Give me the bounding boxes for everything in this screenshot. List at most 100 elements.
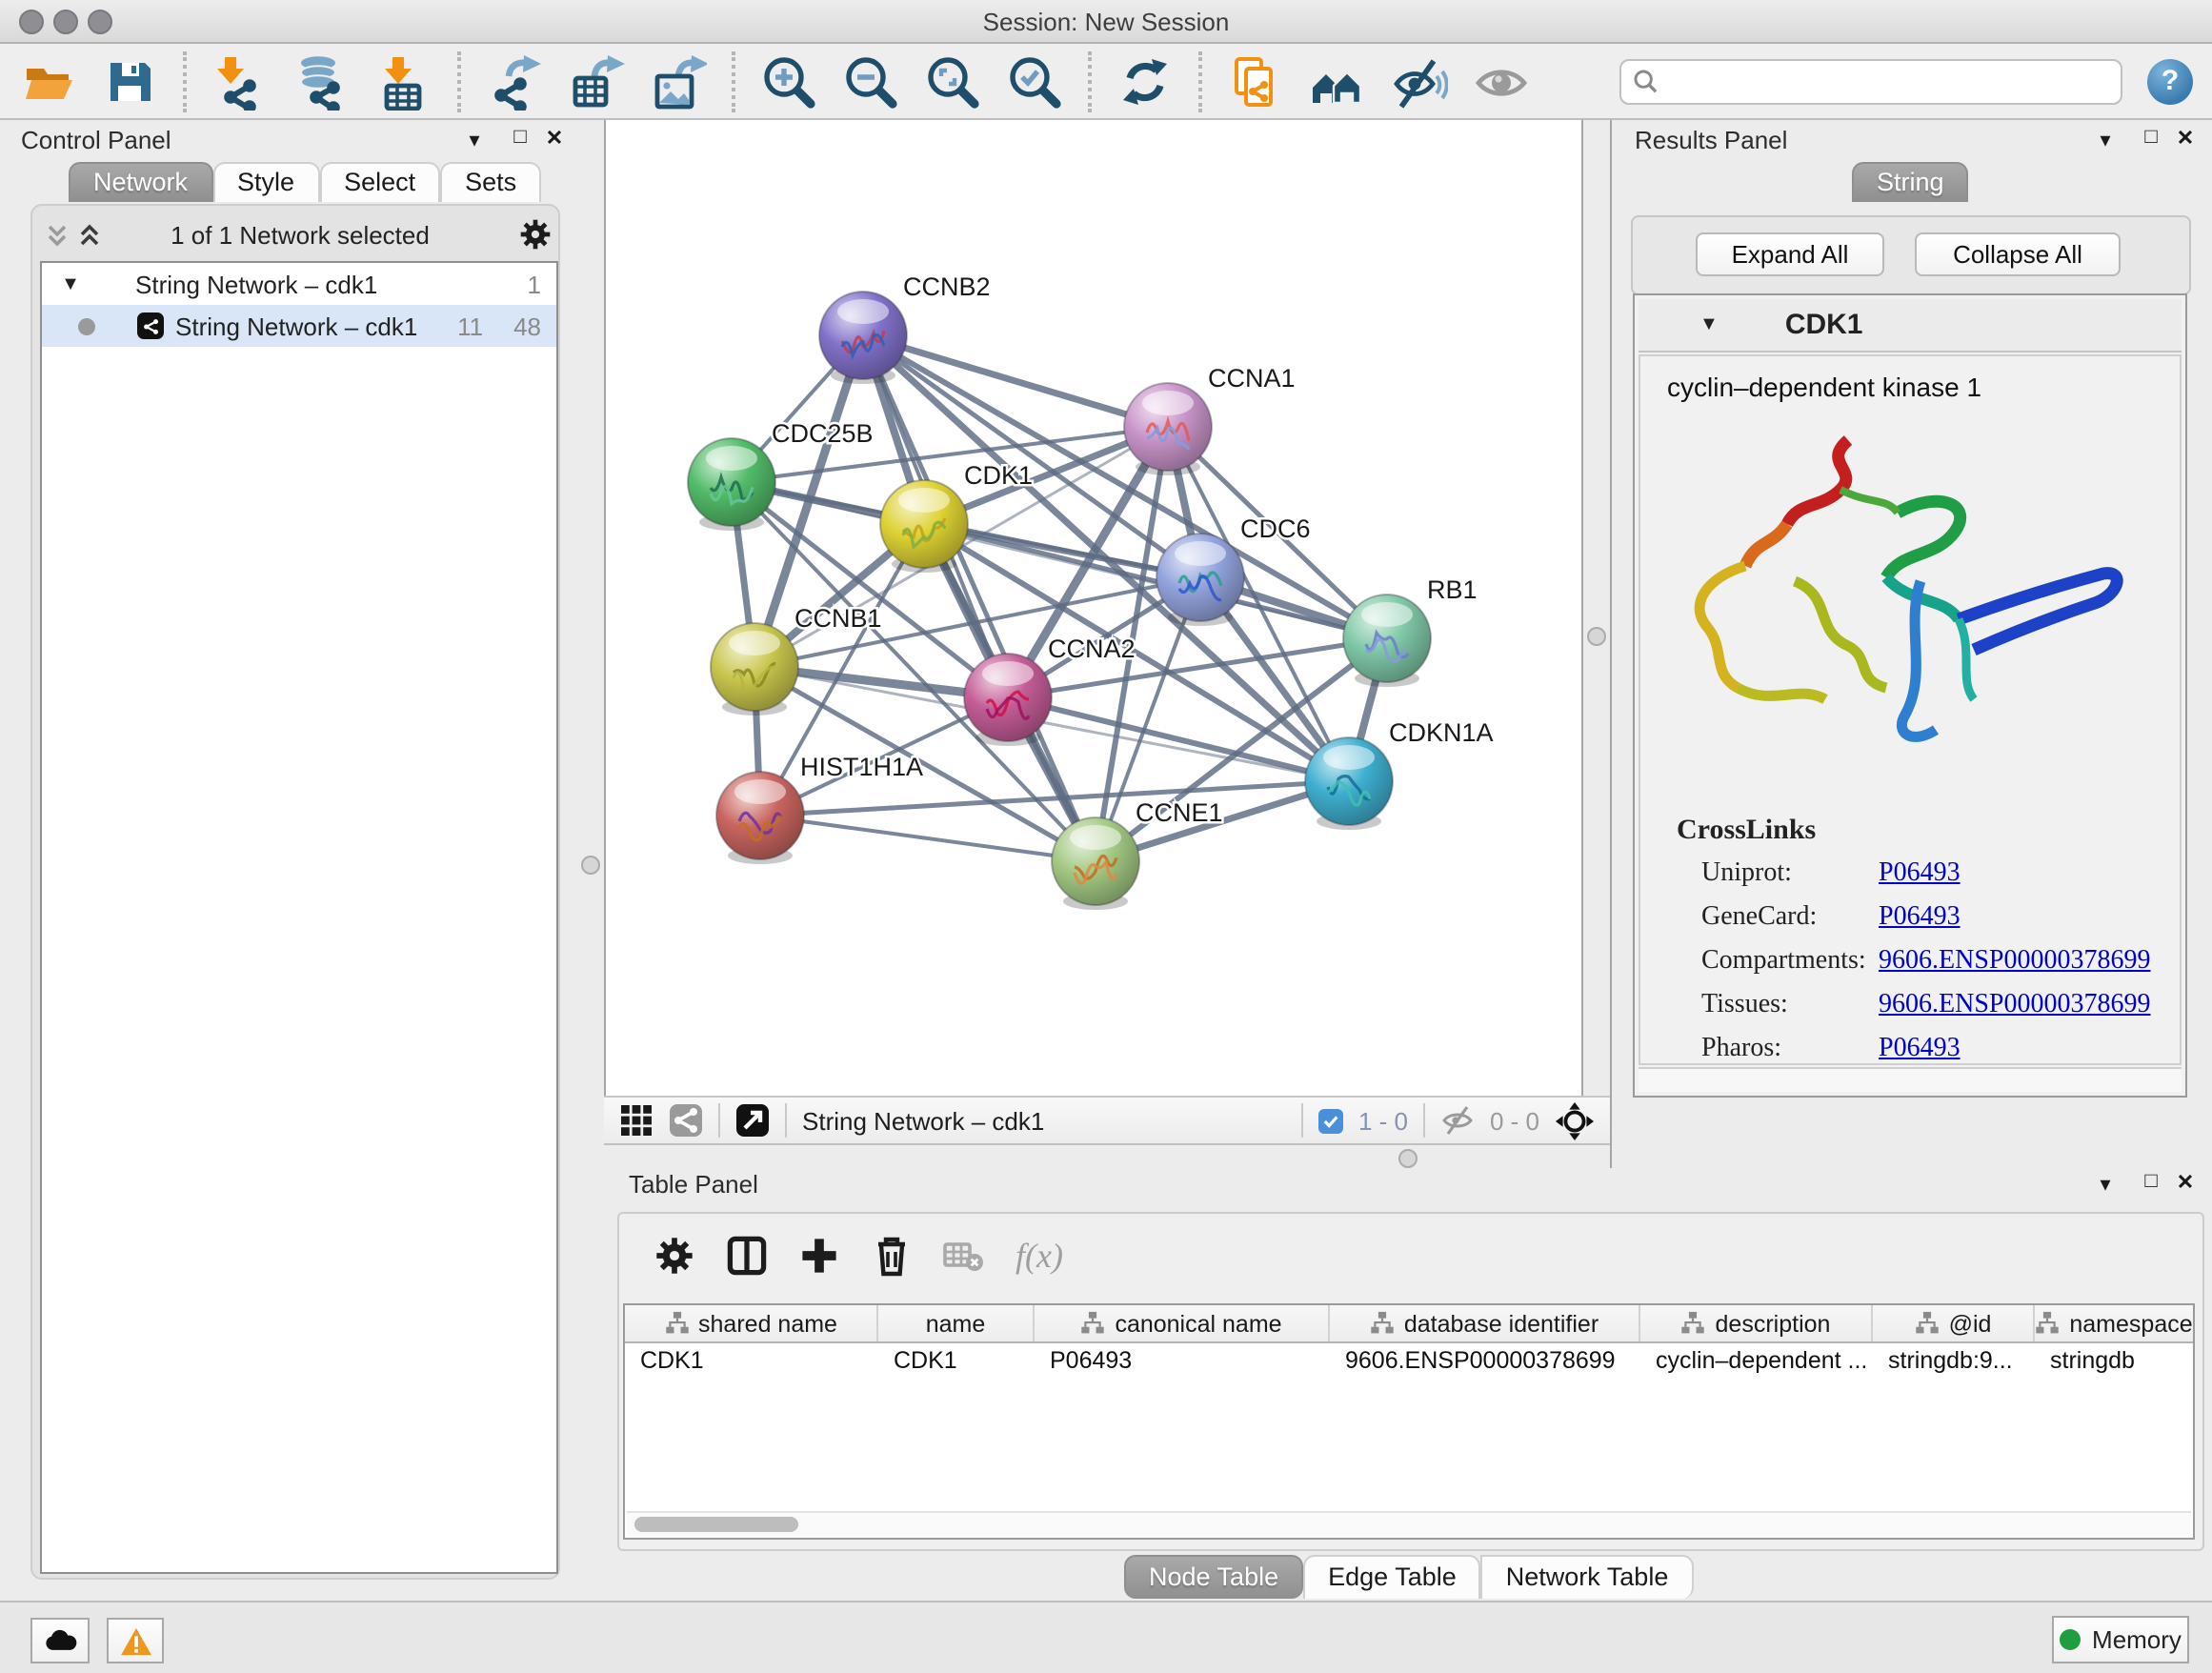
expand-all-button[interactable]: Expand All: [1696, 232, 1884, 276]
expand-all-icon[interactable]: [78, 223, 101, 255]
open-session-icon[interactable]: [19, 52, 76, 110]
column-header-description[interactable]: description: [1640, 1305, 1873, 1341]
network-list: ▼ String Network – cdk1 1 String Network…: [40, 261, 558, 1574]
protein-card-header[interactable]: ▼ CDK1: [1639, 299, 2182, 353]
search-field[interactable]: [1619, 58, 2122, 104]
table-row[interactable]: CDK1 CDK1 P06493 9606.ENSP00000378699 cy…: [625, 1343, 2193, 1380]
crosslinks-heading: CrossLinks: [1677, 816, 2180, 848]
crosslink-compartments-link[interactable]: 9606.ENSP00000378699: [1879, 946, 2150, 977]
crosslink-pharos-link[interactable]: P06493: [1879, 1034, 1961, 1064]
table-panel-close-icon[interactable]: ✕: [2172, 1170, 2199, 1195]
hidden-eye-icon[interactable]: [1440, 1103, 1475, 1138]
delete-column-icon[interactable]: [871, 1235, 913, 1277]
table-panel-float-icon[interactable]: □: [2138, 1170, 2164, 1193]
control-panel-float-icon[interactable]: □: [507, 126, 533, 149]
control-panel-menu-icon[interactable]: ▾: [461, 128, 488, 152]
zoom-fit-icon[interactable]: [924, 52, 981, 110]
results-panel-menu-icon[interactable]: ▾: [2092, 128, 2119, 152]
tab-edge-table[interactable]: Edge Table: [1303, 1555, 1481, 1599]
selected-checkbox-icon[interactable]: [1318, 1108, 1343, 1133]
add-column-icon[interactable]: [798, 1235, 840, 1277]
crosslink-tissues-link[interactable]: 9606.ENSP00000378699: [1879, 990, 2150, 1020]
share-document-icon[interactable]: [1227, 52, 1284, 110]
crosslink-uniprot-link[interactable]: P06493: [1879, 858, 1961, 889]
show-items-disabled-icon[interactable]: [1473, 52, 1530, 110]
column-header-namespace[interactable]: namespace: [2035, 1305, 2193, 1341]
hierarchy-icon: [664, 1311, 689, 1336]
tab-node-table[interactable]: Node Table: [1124, 1555, 1303, 1599]
tab-network-table[interactable]: Network Table: [1481, 1555, 1694, 1599]
collapse-all-icon[interactable]: [46, 223, 69, 255]
network-collection-row[interactable]: ▼ String Network – cdk1 1: [42, 263, 556, 305]
network-options-gear-icon[interactable]: [518, 217, 553, 257]
left-splitter-handle[interactable]: [581, 856, 600, 875]
import-network-icon[interactable]: [211, 52, 269, 110]
string-home-icon[interactable]: [1309, 52, 1366, 110]
zoom-in-icon[interactable]: [760, 52, 817, 110]
zoom-out-icon[interactable]: [842, 52, 899, 110]
node-gloss: [1361, 602, 1413, 627]
main-toolbar: ?: [0, 44, 2212, 120]
function-builder-icon[interactable]: f(x): [1016, 1236, 1063, 1276]
string-view-icon[interactable]: [669, 1103, 703, 1138]
table-gear-icon[interactable]: [654, 1235, 695, 1277]
crosslink-label: Compartments:: [1701, 946, 1879, 977]
results-panel-float-icon[interactable]: □: [2138, 126, 2164, 149]
right-splitter[interactable]: [1583, 120, 1610, 1096]
column-header-shared-name[interactable]: shared name: [625, 1305, 878, 1341]
table-horizontal-scrollbar[interactable]: [627, 1511, 2191, 1536]
crosslink-genecard-link[interactable]: P06493: [1879, 902, 1961, 933]
show-columns-icon[interactable]: [726, 1235, 768, 1277]
collapse-all-button[interactable]: Collapse All: [1915, 232, 2121, 276]
zoom-selected-icon[interactable]: [1006, 52, 1063, 110]
save-session-icon[interactable]: [101, 52, 158, 110]
cloud-button[interactable]: [30, 1618, 90, 1663]
export-table-icon[interactable]: [568, 52, 625, 110]
birds-eye-toggle-icon[interactable]: [1555, 1100, 1595, 1140]
column-header-id[interactable]: @id: [1873, 1305, 2035, 1341]
import-table-icon[interactable]: [375, 52, 432, 110]
tab-network[interactable]: Network: [69, 162, 212, 202]
results-panel-tabs: String: [1852, 162, 1969, 202]
hide-items-icon[interactable]: [1391, 52, 1448, 110]
grid-view-icon[interactable]: [619, 1103, 654, 1138]
delete-table-icon-disabled[interactable]: [943, 1235, 985, 1277]
control-panel-close-icon[interactable]: ✕: [541, 126, 568, 151]
collapse-section-icon[interactable]: ▼: [1699, 314, 1719, 335]
hierarchy-icon: [2035, 1311, 2060, 1336]
horizontal-splitter-handle[interactable]: [1398, 1149, 1418, 1168]
protein-card-scroll-strip[interactable]: [1639, 1067, 2182, 1092]
left-splitter[interactable]: [577, 120, 604, 1601]
tab-select[interactable]: Select: [319, 162, 440, 202]
export-network-icon[interactable]: [486, 52, 543, 110]
network-row-selected[interactable]: String Network – cdk1 11 48: [42, 305, 556, 347]
network-edge[interactable]: [863, 335, 1096, 861]
detach-view-icon[interactable]: [735, 1103, 770, 1138]
right-splitter-handle[interactable]: [1587, 627, 1606, 646]
network-edge[interactable]: [760, 816, 1096, 861]
scrollbar-thumb[interactable]: [634, 1517, 798, 1532]
tab-style[interactable]: Style: [212, 162, 319, 202]
table-panel-menu-icon[interactable]: ▾: [2092, 1172, 2119, 1197]
results-panel-close-icon[interactable]: ✕: [2172, 126, 2199, 151]
protein-description: cyclin–dependent kinase 1: [1667, 372, 2180, 402]
warning-button[interactable]: [107, 1618, 164, 1663]
search-input[interactable]: [1667, 66, 2109, 96]
column-header-database-identifier[interactable]: database identifier: [1330, 1305, 1640, 1341]
help-icon[interactable]: ?: [2147, 58, 2193, 104]
tab-string[interactable]: String: [1852, 162, 1969, 202]
horizontal-splitter[interactable]: [604, 1145, 2212, 1168]
column-header-name[interactable]: name: [878, 1305, 1035, 1341]
network-canvas[interactable]: CCNB2CCNA1CDC25BCDK1CDC6RB1CCNB1CCNA2CDK…: [604, 120, 1583, 1096]
title-bar: Session: New Session: [0, 0, 2212, 44]
import-database-icon[interactable]: [293, 52, 351, 110]
export-image-icon[interactable]: [650, 52, 707, 110]
column-header-canonical-name[interactable]: canonical name: [1035, 1305, 1330, 1341]
memory-button[interactable]: Memory: [2052, 1616, 2189, 1663]
tab-sets[interactable]: Sets: [440, 162, 541, 202]
tree-expand-icon[interactable]: ▼: [57, 273, 84, 294]
node-label: CCNA2: [1048, 635, 1136, 663]
network-edge[interactable]: [924, 524, 1387, 638]
refresh-icon[interactable]: [1116, 52, 1174, 110]
node-label: CDKN1A: [1389, 718, 1494, 747]
